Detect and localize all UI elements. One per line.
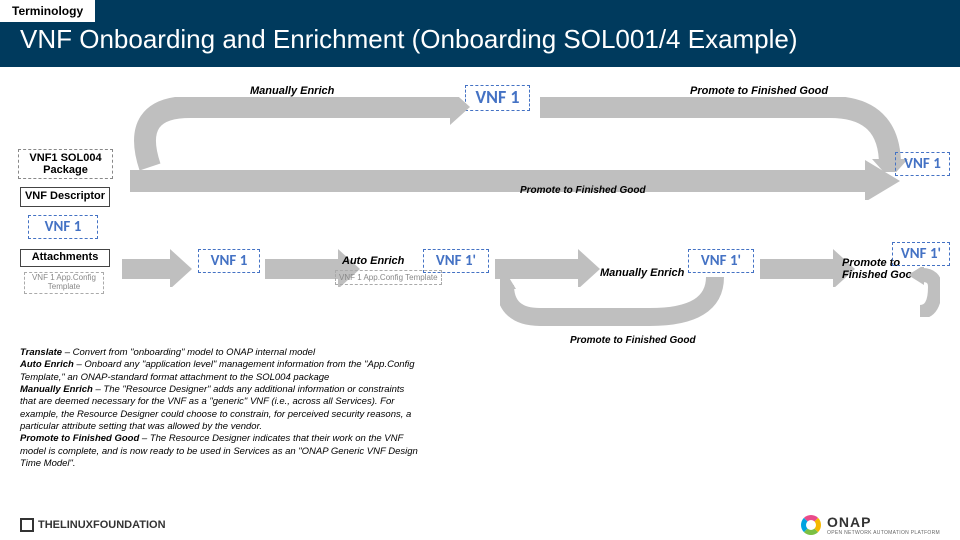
vnf1-text-right: VNF 1: [904, 156, 941, 173]
box-attachments: Attachments: [20, 249, 110, 267]
lf-square-icon: [20, 518, 34, 532]
onap-subtext: OPEN NETWORK AUTOMATION PLATFORM: [827, 530, 940, 536]
onap-donut-icon: [801, 515, 821, 535]
vnf1-token-top: VNF 1: [465, 85, 530, 111]
label-promote-top: Promote to Finished Good: [690, 85, 828, 97]
vnf1-token-t: VNF 1: [198, 249, 260, 273]
box-descriptor: VNF Descriptor: [20, 187, 110, 207]
label-promote-diag: Promote to Finished Good: [570, 335, 696, 346]
notes-block: Translate – Convert from "onboarding" mo…: [20, 347, 420, 470]
notes-promote-b: Promote to Finished Good: [20, 433, 139, 444]
vnf1p-token-b: VNF 1': [688, 249, 754, 273]
label-manually-enrich-top: Manually Enrich: [250, 85, 334, 97]
linux-foundation-logo: THELINUXFOUNDATION: [20, 518, 166, 532]
diagram-canvas: Manually Enrich Promote to Finished Good…: [0, 67, 960, 487]
vnf1p-b-text: VNF 1': [701, 253, 741, 270]
notes-translate-b: Translate: [20, 347, 62, 358]
vnf1p-token-c: VNF 1': [892, 242, 950, 266]
label-promote-mid: Promote to Finished Good: [520, 185, 646, 196]
box-attach-item: VNF 1 App.Config Template: [24, 272, 104, 294]
box-package: VNF1 SOL004 Package: [18, 149, 113, 179]
notes-auto: – Onboard any "application level" manage…: [20, 359, 415, 382]
vnf1p-a-text: VNF 1': [436, 253, 476, 270]
notes-auto-b: Auto Enrich: [20, 359, 74, 370]
notes-translate: – Convert from "onboarding" model to ONA…: [62, 347, 315, 358]
slide-title: VNF Onboarding and Enrichment (Onboardin…: [20, 24, 798, 55]
vnf1p-c-text: VNF 1': [901, 246, 941, 263]
arrow-loop-bottom: [500, 277, 730, 332]
footer: THELINUXFOUNDATION ONAP OPEN NETWORK AUT…: [0, 510, 960, 540]
vnf1-token-right: VNF 1: [895, 152, 950, 176]
onap-logo: ONAP OPEN NETWORK AUTOMATION PLATFORM: [801, 514, 940, 536]
onap-text: ONAP: [827, 514, 940, 530]
box-vnf1-left: VNF 1: [28, 215, 98, 239]
header-tab: Terminology: [0, 0, 95, 22]
arrow-small-up: [900, 267, 940, 317]
label-auto-enrich: Auto Enrich: [342, 255, 404, 267]
vnf1-text: VNF 1: [468, 86, 528, 110]
slide-header: Terminology VNF Onboarding and Enrichmen…: [0, 0, 960, 67]
vnf1p-token-a: VNF 1': [423, 249, 489, 273]
vnf1-t-text: VNF 1: [211, 253, 248, 270]
arrow-promote-br: [760, 249, 855, 287]
arrow-translate: [122, 249, 192, 287]
vnf1-left-text: VNF 1: [45, 219, 82, 236]
notes-manual-b: Manually Enrich: [20, 384, 93, 395]
lf-text: THELINUXFOUNDATION: [38, 519, 166, 531]
arrow-mid: [130, 160, 900, 200]
